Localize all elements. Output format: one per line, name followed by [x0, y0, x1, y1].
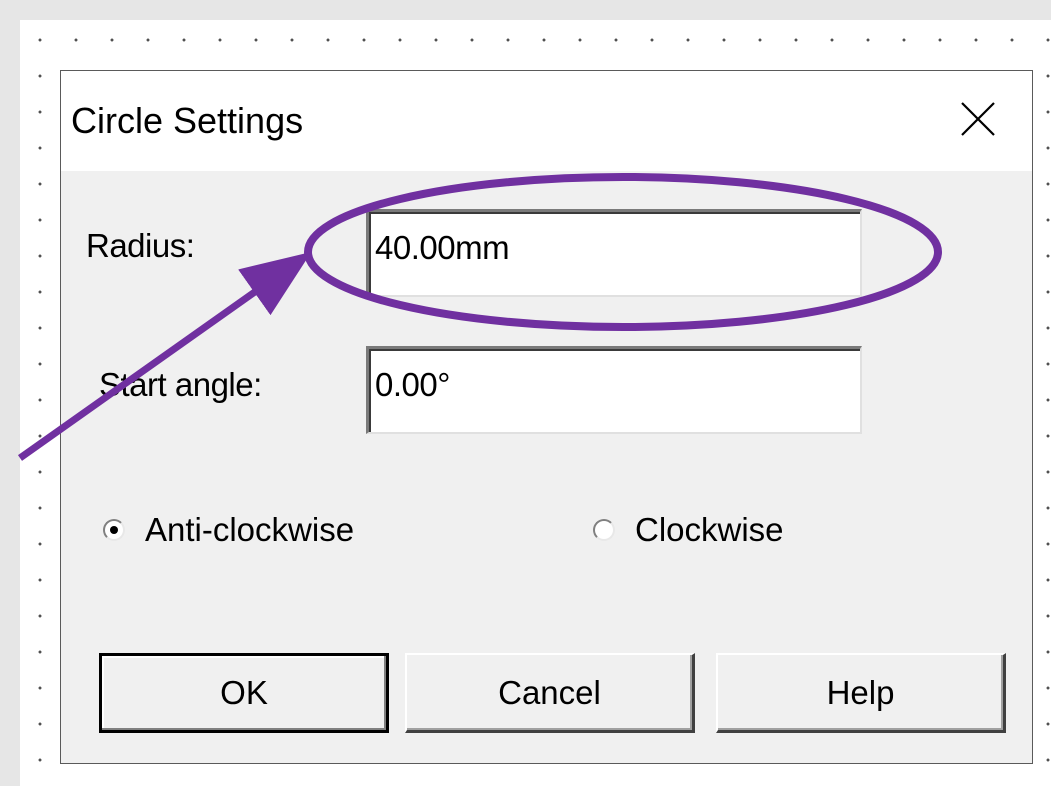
ok-button[interactable]: OK	[99, 653, 389, 733]
dialog-title: Circle Settings	[71, 100, 304, 141]
start-angle-label: Start angle:	[99, 366, 262, 403]
circle-settings-dialog: Circle Settings Radius: 40.00mm Start an…	[60, 70, 1033, 764]
cancel-button[interactable]: Cancel	[405, 653, 695, 733]
dialog-titlebar: Circle Settings	[61, 71, 1032, 171]
start-angle-field[interactable]: 0.00°	[366, 346, 862, 434]
radio-clockwise-label: Clockwise	[635, 511, 784, 548]
help-button[interactable]: Help	[716, 653, 1006, 733]
radio-anti-clockwise-label: Anti-clockwise	[145, 511, 355, 548]
radio-clockwise[interactable]: Clockwise	[593, 511, 784, 549]
close-button[interactable]	[954, 95, 1002, 143]
close-icon	[961, 102, 995, 136]
radius-field[interactable]: 40.00mm	[366, 209, 862, 297]
radius-label: Radius:	[86, 227, 195, 264]
radio-unchecked-icon	[593, 519, 615, 541]
radio-checked-icon	[103, 519, 125, 541]
radio-anti-clockwise[interactable]: Anti-clockwise	[103, 511, 354, 549]
